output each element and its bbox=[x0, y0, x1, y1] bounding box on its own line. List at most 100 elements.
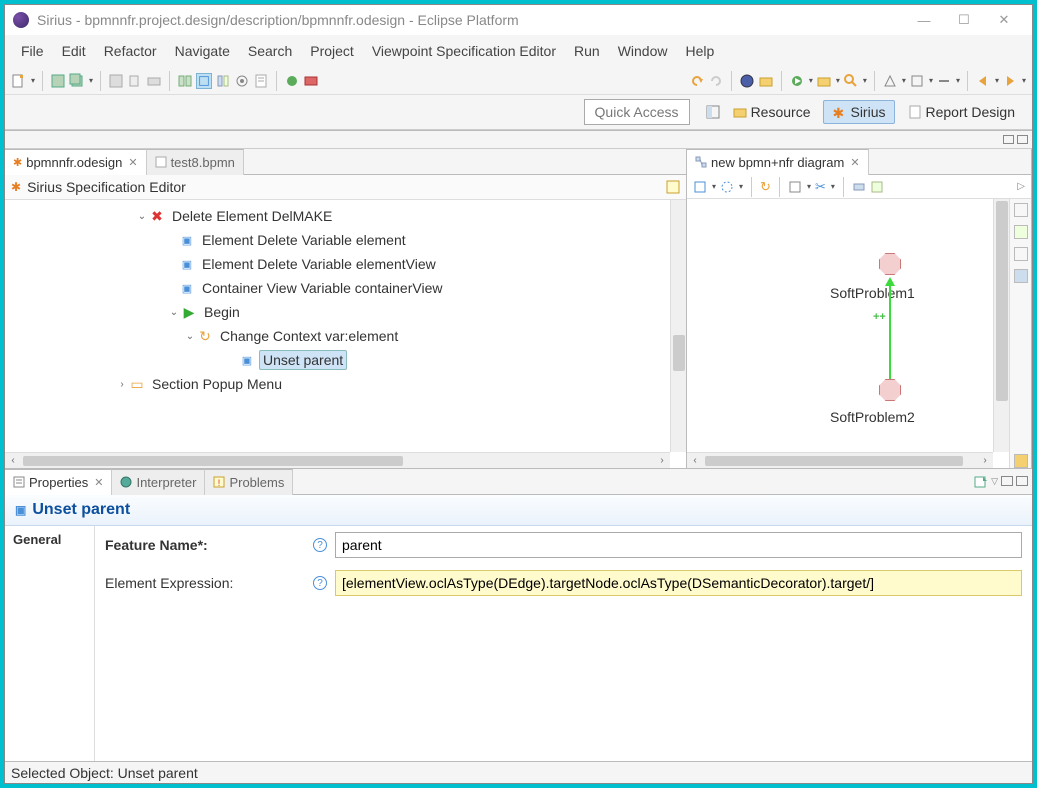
nav-a-icon[interactable] bbox=[882, 73, 898, 89]
close-icon[interactable]: ✕ bbox=[94, 476, 103, 489]
nav-c-icon[interactable] bbox=[936, 73, 952, 89]
open-perspective-icon[interactable] bbox=[706, 105, 720, 119]
specification-tree[interactable]: ⌄ ✖ Delete Element DelMAKE ▣ Element Del… bbox=[5, 200, 686, 400]
diagram-node[interactable] bbox=[879, 253, 901, 275]
chevron-right-icon[interactable]: ▷ bbox=[1017, 181, 1025, 192]
close-icon[interactable]: ✕ bbox=[128, 156, 137, 169]
tree-label[interactable]: Delete Element DelMAKE bbox=[169, 207, 335, 225]
new-icon[interactable] bbox=[11, 73, 27, 89]
menu-file[interactable]: File bbox=[13, 39, 52, 63]
run-icon[interactable] bbox=[816, 73, 832, 89]
saveall-icon[interactable] bbox=[69, 73, 85, 89]
menu-run[interactable]: Run bbox=[566, 39, 608, 63]
maximize-view-button[interactable] bbox=[1016, 476, 1028, 486]
diagram-canvas[interactable]: SoftProblem1 ++ SoftProblem2 ‹ › bbox=[687, 199, 1009, 468]
scroll-left-icon[interactable]: ‹ bbox=[5, 455, 21, 466]
tree-label[interactable]: Container View Variable containerView bbox=[199, 279, 445, 297]
feature-name-input[interactable] bbox=[335, 532, 1022, 558]
tree-label[interactable]: Element Delete Variable elementView bbox=[199, 255, 439, 273]
menu-window[interactable]: Window bbox=[610, 39, 676, 63]
minimize-view-button[interactable] bbox=[1001, 476, 1013, 486]
tool-f-icon[interactable] bbox=[196, 73, 212, 89]
palette-item[interactable] bbox=[1014, 203, 1028, 217]
diag-tool-icon[interactable]: ↻ bbox=[760, 179, 771, 195]
palette-item[interactable] bbox=[1014, 247, 1028, 261]
diag-tool-icon[interactable] bbox=[720, 180, 734, 194]
tab-problems[interactable]: ! Problems bbox=[205, 469, 293, 495]
search-icon[interactable] bbox=[843, 73, 859, 89]
diagram-node[interactable] bbox=[879, 379, 901, 401]
debug-icon[interactable] bbox=[789, 73, 805, 89]
palette-item[interactable] bbox=[1014, 225, 1028, 239]
close-button[interactable]: ✕ bbox=[984, 8, 1024, 32]
menu-vse[interactable]: Viewpoint Specification Editor bbox=[364, 39, 564, 63]
twisty-icon[interactable]: › bbox=[115, 379, 129, 390]
twisty-icon[interactable]: ⌄ bbox=[183, 331, 197, 342]
properties-category-general[interactable]: General bbox=[5, 526, 95, 761]
tool-k-icon[interactable] bbox=[303, 73, 319, 89]
menu-help[interactable]: Help bbox=[677, 39, 722, 63]
diag-tool-icon[interactable]: ✂ bbox=[815, 179, 826, 195]
diag-tool-icon[interactable] bbox=[788, 180, 802, 194]
diagram-edge[interactable] bbox=[889, 285, 891, 380]
palette-item[interactable] bbox=[1014, 269, 1028, 283]
forward-icon[interactable] bbox=[1002, 73, 1018, 89]
close-icon[interactable]: ✕ bbox=[850, 156, 859, 169]
tree-label[interactable]: Unset parent bbox=[259, 350, 347, 370]
chevron-down-icon[interactable]: ▽ bbox=[991, 476, 998, 488]
palette-item[interactable] bbox=[1014, 454, 1028, 468]
view-menu-icon[interactable] bbox=[974, 476, 988, 488]
maximize-view-button[interactable] bbox=[1017, 135, 1028, 144]
quick-access[interactable]: Quick Access bbox=[584, 99, 690, 125]
tab-bpmn[interactable]: test8.bpmn bbox=[147, 149, 244, 175]
perspective-report[interactable]: Report Design bbox=[899, 100, 1025, 124]
element-expression-input[interactable] bbox=[335, 570, 1022, 596]
tree-label[interactable]: Change Context var:element bbox=[217, 327, 401, 345]
twisty-icon[interactable]: ⌄ bbox=[135, 211, 149, 222]
tool-h-icon[interactable] bbox=[234, 73, 250, 89]
vertical-scrollbar[interactable] bbox=[993, 199, 1009, 452]
menu-project[interactable]: Project bbox=[302, 39, 362, 63]
minimize-view-button[interactable] bbox=[1003, 135, 1014, 144]
copy-icon[interactable] bbox=[127, 73, 143, 89]
help-icon[interactable]: ? bbox=[313, 576, 327, 590]
tab-diagram[interactable]: new bpmn+nfr diagram ✕ bbox=[687, 149, 869, 175]
perspective-resource[interactable]: Resource bbox=[724, 100, 820, 124]
diagram-palette[interactable] bbox=[1009, 199, 1031, 468]
help-icon[interactable]: ? bbox=[313, 538, 327, 552]
diag-tool-icon[interactable] bbox=[693, 180, 707, 194]
horizontal-scrollbar[interactable]: ‹ › bbox=[5, 452, 670, 468]
tool-g-icon[interactable] bbox=[215, 73, 231, 89]
maximize-button[interactable]: ☐ bbox=[944, 8, 984, 32]
diag-tool-icon[interactable] bbox=[852, 180, 866, 194]
nav-b-icon[interactable] bbox=[909, 73, 925, 89]
save-icon[interactable] bbox=[50, 73, 66, 89]
scroll-right-icon[interactable]: › bbox=[977, 455, 993, 466]
disk-icon[interactable] bbox=[108, 73, 124, 89]
menu-navigate[interactable]: Navigate bbox=[167, 39, 238, 63]
menu-edit[interactable]: Edit bbox=[54, 39, 94, 63]
scroll-right-icon[interactable]: › bbox=[654, 455, 670, 466]
back-icon[interactable] bbox=[975, 73, 991, 89]
tree-label[interactable]: Section Popup Menu bbox=[149, 375, 285, 393]
tab-odesign[interactable]: ✱ bpmnnfr.odesign ✕ bbox=[5, 149, 147, 175]
tab-interpreter[interactable]: Interpreter bbox=[112, 469, 205, 495]
menu-refactor[interactable]: Refactor bbox=[96, 39, 165, 63]
horizontal-scrollbar[interactable]: ‹ › bbox=[687, 452, 993, 468]
header-action-icon[interactable] bbox=[666, 180, 680, 194]
minimize-button[interactable]: — bbox=[904, 8, 944, 32]
tool-e-icon[interactable] bbox=[177, 73, 193, 89]
globe-icon[interactable] bbox=[739, 73, 755, 89]
menu-search[interactable]: Search bbox=[240, 39, 300, 63]
tree-label[interactable]: Begin bbox=[201, 303, 243, 321]
redo-icon[interactable] bbox=[708, 73, 724, 89]
tool-j-icon[interactable] bbox=[284, 73, 300, 89]
undo-icon[interactable] bbox=[689, 73, 705, 89]
perspective-sirius[interactable]: ✱ Sirius bbox=[823, 100, 894, 124]
tree-label[interactable]: Element Delete Variable element bbox=[199, 231, 409, 249]
vertical-scrollbar[interactable] bbox=[670, 200, 686, 452]
folder-icon[interactable] bbox=[758, 73, 774, 89]
tool-i-icon[interactable] bbox=[253, 73, 269, 89]
tab-properties[interactable]: Properties ✕ bbox=[5, 469, 112, 495]
scroll-left-icon[interactable]: ‹ bbox=[687, 455, 703, 466]
